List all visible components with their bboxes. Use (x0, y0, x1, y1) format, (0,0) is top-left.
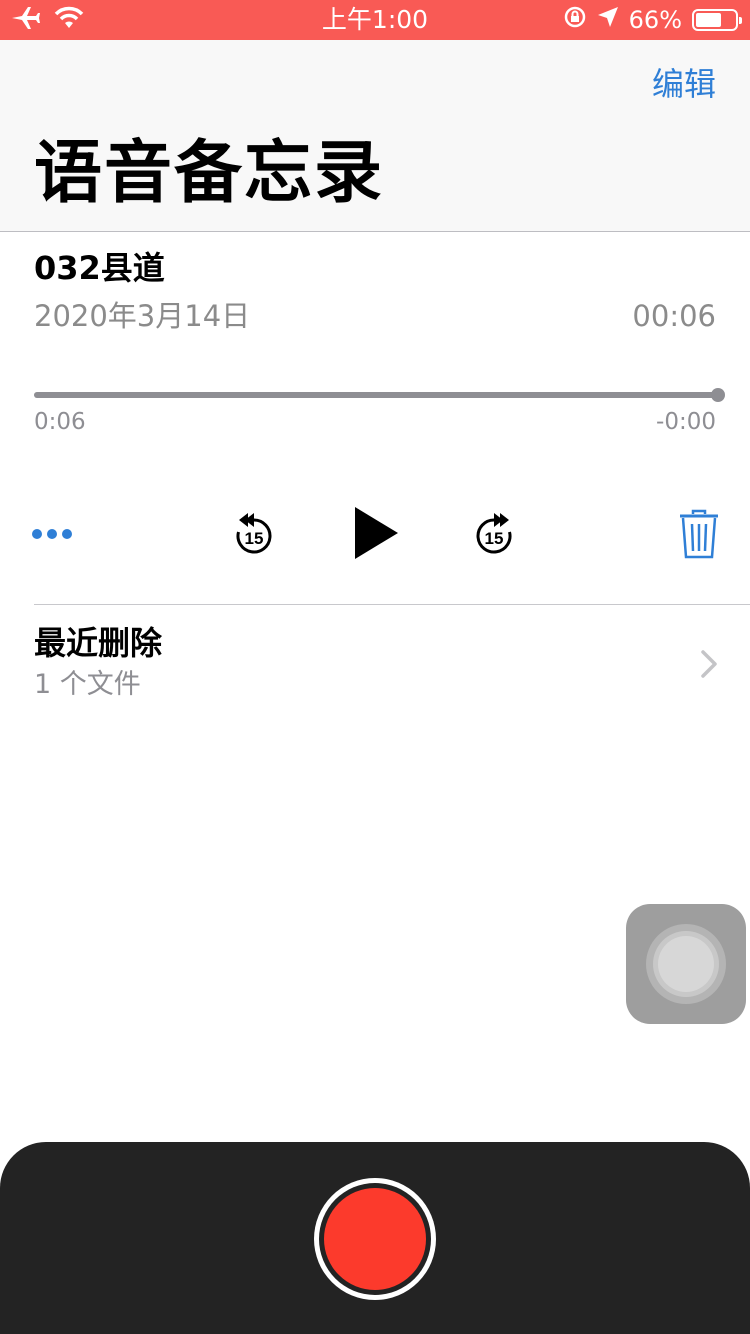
battery-fill (696, 13, 721, 27)
edit-button[interactable]: 编辑 (652, 62, 716, 106)
forward-15-icon: 15 (476, 513, 512, 554)
record-button-gap (319, 1183, 431, 1295)
time-remaining: -0:00 (656, 409, 716, 435)
more-dot (62, 529, 72, 539)
play-button[interactable] (352, 504, 400, 566)
scrubber-progress (34, 392, 718, 398)
recently-deleted-row[interactable]: 最近删除 1 个文件 (0, 605, 750, 715)
rewind-15-button[interactable]: 15 (232, 510, 276, 562)
trash-icon (680, 509, 718, 559)
chevron-right-icon (700, 649, 718, 683)
battery-icon (692, 9, 742, 31)
nav-header: 编辑 语音备忘录 (0, 40, 750, 232)
assistive-touch-button[interactable] (626, 904, 746, 1024)
forward-15-button[interactable]: 15 (472, 510, 516, 562)
forward-seconds: 15 (485, 529, 504, 548)
recording-date: 2020年3月14日 (34, 299, 251, 333)
time-elapsed: 0:06 (34, 409, 86, 435)
location-icon (597, 6, 619, 34)
more-button[interactable] (32, 524, 72, 544)
more-dot (32, 529, 42, 539)
recently-deleted-title: 最近删除 (34, 624, 163, 662)
rewind-seconds: 15 (245, 529, 264, 548)
page-title: 语音备忘录 (34, 134, 385, 213)
scrubber-knob[interactable] (711, 388, 725, 402)
status-bar: 上午1:00 66% (0, 0, 750, 40)
playback-controls: 15 15 (0, 502, 750, 566)
recording-title[interactable]: 032县道 (34, 248, 165, 288)
playback-scrubber[interactable] (34, 388, 725, 402)
record-bar (0, 1142, 750, 1334)
rotation-lock-icon (563, 5, 587, 35)
play-icon (355, 507, 398, 559)
battery-percent: 66% (628, 6, 682, 34)
status-right: 66% (563, 4, 742, 36)
recording-item[interactable]: 032县道 2020年3月14日 00:06 0:06 -0:00 15 15 (0, 232, 750, 605)
recently-deleted-count: 1 个文件 (34, 669, 141, 700)
record-dot-icon (324, 1188, 426, 1290)
delete-button[interactable] (678, 508, 720, 564)
rewind-15-icon: 15 (236, 513, 272, 554)
recording-duration: 00:06 (632, 299, 716, 333)
more-dot (47, 529, 57, 539)
assistive-touch-core (658, 936, 714, 992)
record-button[interactable] (314, 1178, 436, 1300)
